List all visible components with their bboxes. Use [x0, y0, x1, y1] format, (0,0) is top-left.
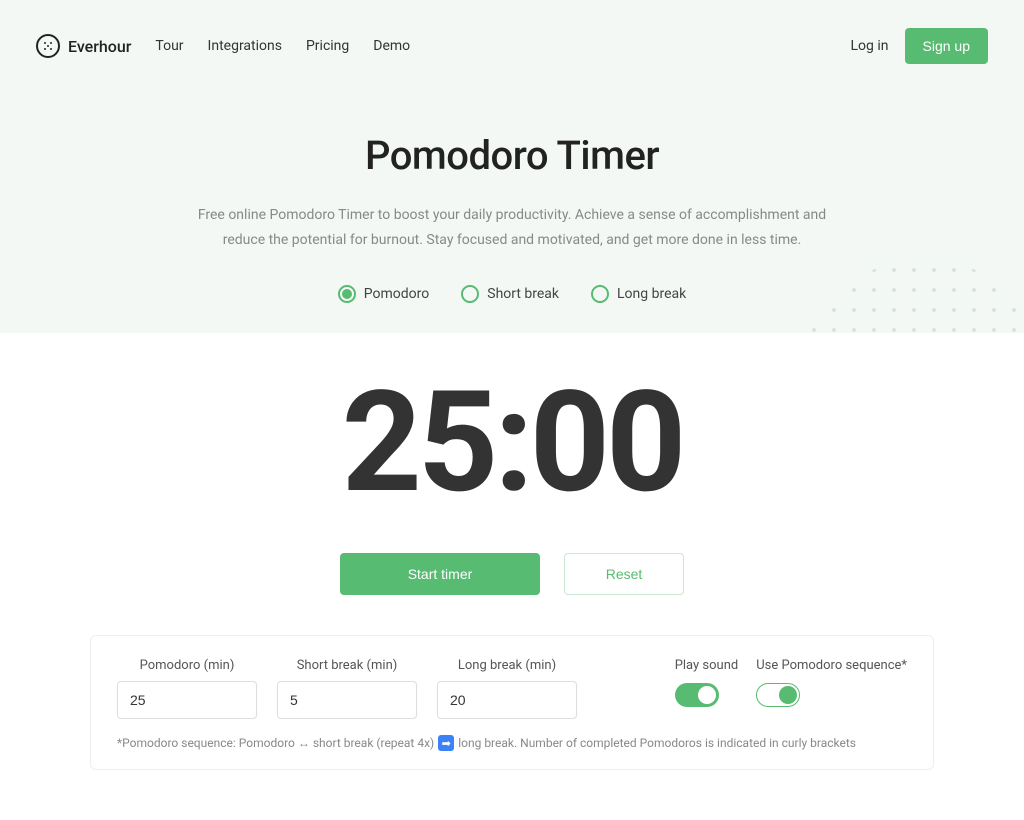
footnote-text-suffix: long break. Number of completed Pomodoro… [458, 736, 856, 750]
logo-icon [36, 34, 60, 58]
mode-label: Short break [487, 286, 559, 302]
settings-card: Pomodoro (min) Short break (min) Long br… [90, 635, 934, 770]
setting-label: Play sound [675, 658, 739, 673]
mode-tabs: Pomodoro Short break Long break [20, 285, 1004, 303]
reset-button[interactable]: Reset [564, 553, 684, 595]
radio-icon [591, 285, 609, 303]
header: Everhour Tour Integrations Pricing Demo … [0, 0, 1024, 92]
setting-sequence: Use Pomodoro sequence* [756, 658, 907, 707]
toggle-knob [698, 686, 716, 704]
nav-pricing[interactable]: Pricing [306, 38, 349, 54]
long-break-input[interactable] [437, 681, 577, 719]
setting-label: Short break (min) [277, 658, 417, 673]
settings-footnote: *Pomodoro sequence: Pomodoro ↔ short bre… [117, 735, 907, 751]
mode-label: Long break [617, 286, 686, 302]
setting-long-break: Long break (min) [437, 658, 577, 719]
radio-icon [338, 285, 356, 303]
pomodoro-input[interactable] [117, 681, 257, 719]
mode-tab-pomodoro[interactable]: Pomodoro [338, 285, 429, 303]
signup-button[interactable]: Sign up [905, 28, 988, 64]
logo[interactable]: Everhour [36, 34, 131, 58]
hero-section: Pomodoro Timer Free online Pomodoro Time… [0, 92, 1024, 333]
toggle-group: Play sound Use Pomodoro sequence* [675, 658, 907, 707]
login-link[interactable]: Log in [851, 38, 889, 54]
header-left: Everhour Tour Integrations Pricing Demo [36, 34, 410, 58]
play-sound-toggle[interactable] [675, 683, 719, 707]
mode-label: Pomodoro [364, 286, 429, 302]
footnote-text-prefix: *Pomodoro sequence: Pomodoro ↔ short bre… [117, 736, 434, 750]
setting-play-sound: Play sound [675, 658, 739, 707]
setting-label: Use Pomodoro sequence* [756, 658, 907, 673]
timer-buttons: Start timer Reset [20, 553, 1004, 595]
arrow-right-icon: ➡ [438, 735, 454, 751]
nav-tour[interactable]: Tour [155, 38, 183, 54]
mode-tab-short-break[interactable]: Short break [461, 285, 559, 303]
settings-row: Pomodoro (min) Short break (min) Long br… [117, 658, 907, 719]
setting-label: Long break (min) [437, 658, 577, 673]
sequence-toggle[interactable] [756, 683, 800, 707]
timer-display: 25:00 [20, 373, 1004, 513]
page-title: Pomodoro Timer [20, 132, 1004, 179]
setting-label: Pomodoro (min) [117, 658, 257, 673]
short-break-input[interactable] [277, 681, 417, 719]
nav-demo[interactable]: Demo [373, 38, 410, 54]
header-right: Log in Sign up [851, 28, 988, 64]
start-timer-button[interactable]: Start timer [340, 553, 540, 595]
setting-pomodoro: Pomodoro (min) [117, 658, 257, 719]
nav-integrations[interactable]: Integrations [208, 38, 282, 54]
radio-icon [461, 285, 479, 303]
mode-tab-long-break[interactable]: Long break [591, 285, 686, 303]
setting-short-break: Short break (min) [277, 658, 417, 719]
logo-text: Everhour [68, 37, 131, 56]
timer-section: 25:00 Start timer Reset Pomodoro (min) S… [0, 333, 1024, 820]
toggle-knob [779, 686, 797, 704]
page-description: Free online Pomodoro Timer to boost your… [192, 203, 832, 253]
